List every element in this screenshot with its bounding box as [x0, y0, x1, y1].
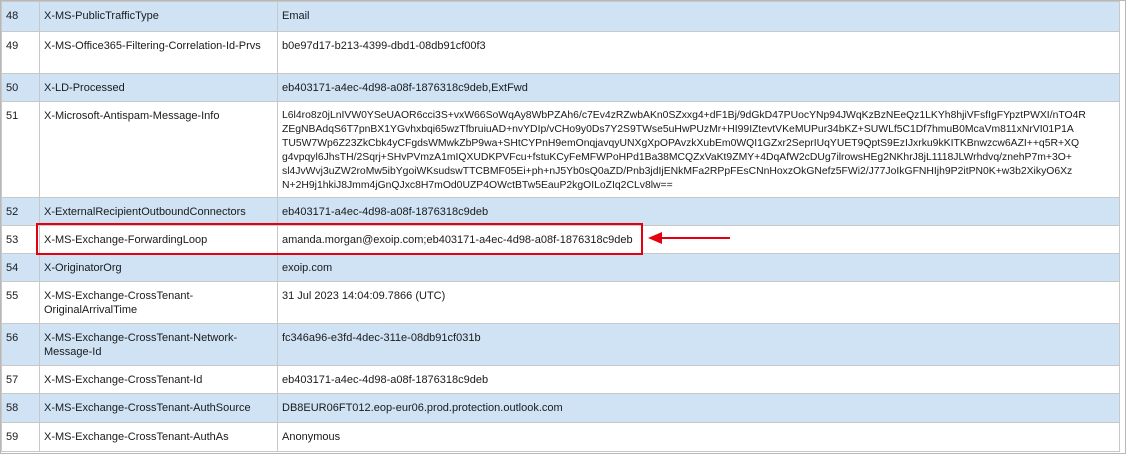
header-value: fc346a96-e3fd-4dec-311e-08db91cf031b: [277, 323, 1120, 366]
table-row[interactable]: 49 X-MS-Office365-Filtering-Correlation-I…: [1, 31, 1120, 74]
header-value: Email: [277, 1, 1120, 32]
table-row[interactable]: 54 X-OriginatorOrg exoip.com: [1, 253, 1120, 282]
row-number: 58: [1, 393, 40, 423]
row-number: 59: [1, 422, 40, 452]
header-name: X-Microsoft-Antispam-Message-Info: [39, 101, 278, 198]
row-number: 49: [1, 31, 40, 74]
header-value: L6l4ro8z0jLnIVW0YSeUAOR6cci3S+vxW66SoWqA…: [277, 101, 1120, 198]
table-row[interactable]: 50 X-LD-Processed eb403171-a4ec-4d98-a08f-…: [1, 73, 1120, 102]
table-row[interactable]: 56 X-MS-Exchange-CrossTenant-Network-Mess…: [1, 323, 1120, 366]
header-value: exoip.com: [277, 253, 1120, 282]
row-number: 55: [1, 281, 40, 324]
table-row[interactable]: 51 X-Microsoft-Antispam-Message-Info L6l4r…: [1, 101, 1120, 198]
header-value: eb403171-a4ec-4d98-a08f-1876318c9deb: [277, 365, 1120, 394]
table-row[interactable]: 55 X-MS-Exchange-CrossTenant-OriginalArri…: [1, 281, 1120, 324]
header-name: X-MS-Exchange-CrossTenant-Id: [39, 365, 278, 394]
table-row[interactable]: 58 X-MS-Exchange-CrossTenant-AuthSource DB…: [1, 393, 1120, 423]
header-value: DB8EUR06FT012.eop-eur06.prod.protection.…: [277, 393, 1120, 423]
header-name: X-MS-Office365-Filtering-Correlation-Id-…: [39, 31, 278, 74]
row-number: 54: [1, 253, 40, 282]
row-number: 53: [1, 225, 40, 254]
table-row[interactable]: 52 X-ExternalRecipientOutboundConnectors e…: [1, 197, 1120, 226]
header-value: eb403171-a4ec-4d98-a08f-1876318c9deb: [277, 197, 1120, 226]
table-row[interactable]: 59 X-MS-Exchange-CrossTenant-AuthAs Anonym…: [1, 422, 1120, 452]
table-row[interactable]: 48 X-MS-PublicTrafficType Email: [1, 1, 1120, 32]
arrow-left-icon: [648, 232, 730, 244]
header-name: X-MS-Exchange-CrossTenant-OriginalArriva…: [39, 281, 278, 324]
header-name: X-ExternalRecipientOutboundConnectors: [39, 197, 278, 226]
header-value: Anonymous: [277, 422, 1120, 452]
table-row[interactable]: 57 X-MS-Exchange-CrossTenant-Id eb403171-a…: [1, 365, 1120, 394]
header-name: X-OriginatorOrg: [39, 253, 278, 282]
header-name: X-LD-Processed: [39, 73, 278, 102]
row-number: 50: [1, 73, 40, 102]
header-name: X-MS-PublicTrafficType: [39, 1, 278, 32]
header-name: X-MS-Exchange-CrossTenant-Network-Messag…: [39, 323, 278, 366]
header-value: 31 Jul 2023 14:04:09.7866 (UTC): [277, 281, 1120, 324]
header-value: b0e97d17-b213-4399-dbd1-08db91cf00f3: [277, 31, 1120, 74]
row-number: 56: [1, 323, 40, 366]
header-value: eb403171-a4ec-4d98-a08f-1876318c9deb,Ext…: [277, 73, 1120, 102]
row-number: 51: [1, 101, 40, 198]
row-number: 57: [1, 365, 40, 394]
highlight-box: [36, 223, 643, 255]
row-number: 52: [1, 197, 40, 226]
header-name: X-MS-Exchange-CrossTenant-AuthAs: [39, 422, 278, 452]
header-name: X-MS-Exchange-CrossTenant-AuthSource: [39, 393, 278, 423]
row-number: 48: [1, 1, 40, 32]
